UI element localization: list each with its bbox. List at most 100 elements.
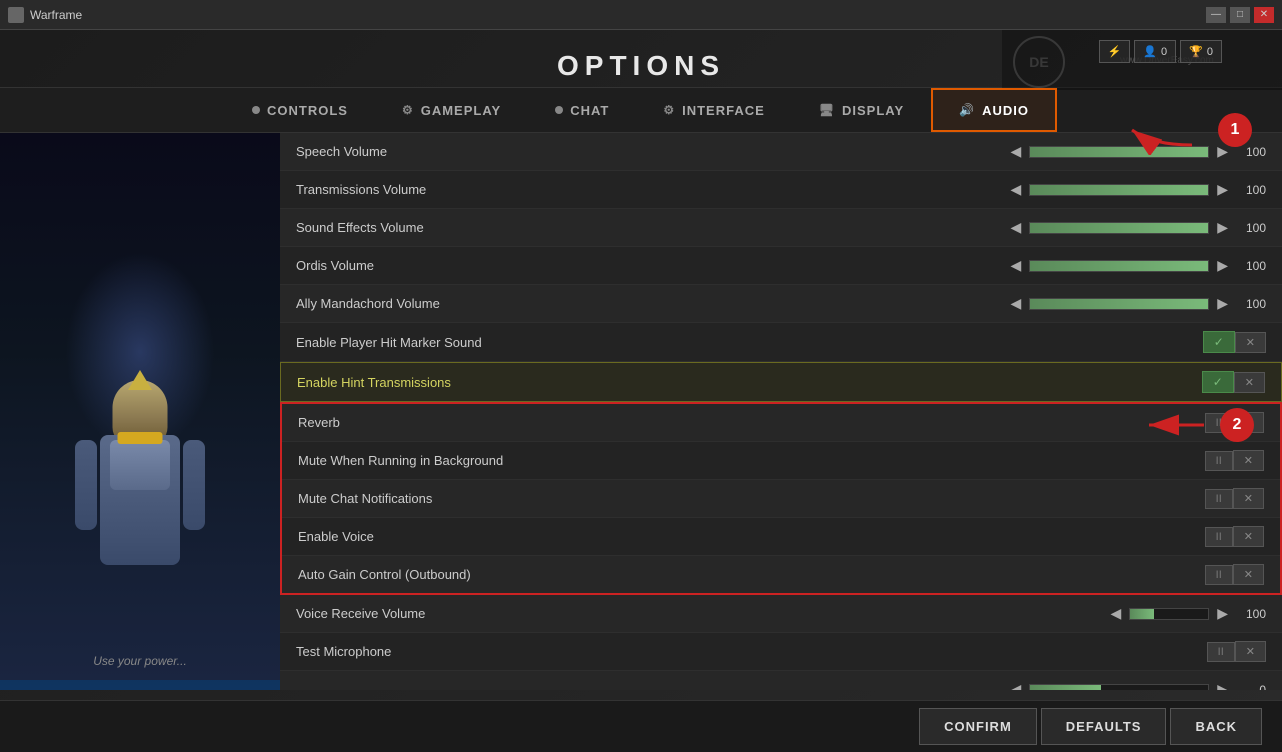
voice-recv-left-arrow[interactable]: ◀	[1108, 603, 1123, 624]
voice-recv-fill	[1130, 609, 1153, 619]
auto-gain-off-btn[interactable]: ✕	[1233, 564, 1264, 585]
extra-right-arrow[interactable]: ▶	[1215, 679, 1230, 690]
tab-controls[interactable]: CONTROLS	[225, 88, 375, 132]
sfx-track[interactable]	[1029, 222, 1209, 234]
voice-receive-row: Voice Receive Volume ◀ ▶ 100	[280, 595, 1282, 633]
trans-vol-value: 100	[1236, 183, 1266, 197]
enable-voice-label: Enable Voice	[298, 529, 1205, 544]
transmissions-label: Transmissions Volume	[296, 182, 1008, 197]
extra-track[interactable]	[1029, 684, 1209, 691]
hint-trans-check-icon: ✓	[1213, 375, 1223, 389]
hit-marker-label: Enable Player Hit Marker Sound	[296, 335, 1203, 350]
speech-vol-left-arrow[interactable]: ◀	[1008, 141, 1023, 162]
audio-speaker-icon: 🔊	[959, 103, 975, 117]
mute-chat-row: Mute Chat Notifications II ✕	[282, 480, 1280, 518]
interface-gear-icon: ⚙	[663, 103, 675, 117]
voice-recv-track[interactable]	[1129, 608, 1209, 620]
ordis-volume-row: Ordis Volume ◀ ▶ 100	[280, 247, 1282, 285]
voice-recv-right-arrow[interactable]: ▶	[1215, 603, 1230, 624]
reverb-row: Reverb II ✕	[282, 404, 1280, 442]
controls-dot-icon	[252, 106, 260, 114]
mute-chat-off-btn[interactable]: ✕	[1233, 488, 1264, 509]
maximize-button[interactable]: □	[1230, 7, 1250, 23]
notification-icon-box[interactable]: ⚡	[1099, 40, 1131, 63]
hit-marker-on-btn[interactable]: ✓	[1203, 331, 1235, 353]
hit-marker-toggle[interactable]: ✓ ✕	[1203, 331, 1266, 353]
transmissions-control[interactable]: ◀ ▶ 100	[1008, 179, 1266, 200]
svg-text:DE: DE	[1029, 54, 1048, 70]
ordis-label: Ordis Volume	[296, 258, 1008, 273]
ordis-right-arrow[interactable]: ▶	[1215, 255, 1230, 276]
hit-marker-check-icon: ✓	[1214, 335, 1224, 349]
confirm-button[interactable]: CONFIRM	[919, 708, 1037, 745]
extra-left-arrow[interactable]: ◀	[1008, 679, 1023, 690]
tab-gameplay[interactable]: ⚙ GAMEPLAY	[375, 88, 528, 132]
trans-vol-right-arrow[interactable]: ▶	[1215, 179, 1230, 200]
tab-interface-label: INTERFACE	[682, 103, 765, 118]
mandachord-left-arrow[interactable]: ◀	[1008, 293, 1023, 314]
enable-voice-off-btn[interactable]: ✕	[1233, 526, 1264, 547]
auto-gain-toggle[interactable]: II ✕	[1205, 564, 1264, 585]
defaults-button[interactable]: DEFAULTS	[1041, 708, 1167, 745]
hint-trans-on-btn[interactable]: ✓	[1202, 371, 1234, 393]
hit-marker-off-btn[interactable]: ✕	[1235, 332, 1266, 353]
tab-audio[interactable]: 🔊 AUDIO	[931, 88, 1057, 132]
mute-bg-on-btn[interactable]: II	[1205, 451, 1233, 471]
mandachord-value: 100	[1236, 297, 1266, 311]
extra-fill	[1030, 685, 1101, 691]
test-mic-off-btn[interactable]: ✕	[1235, 641, 1266, 662]
ordis-control[interactable]: ◀ ▶ 100	[1008, 255, 1266, 276]
enable-voice-on-btn[interactable]: II	[1205, 527, 1233, 547]
tab-interface[interactable]: ⚙ INTERFACE	[636, 88, 791, 132]
ordis-track[interactable]	[1029, 260, 1209, 272]
sfx-control[interactable]: ◀ ▶ 100	[1008, 217, 1266, 238]
credits-value: 0	[1207, 46, 1213, 58]
content-area: Use your power... Speech Volume ◀ ▶	[0, 133, 1282, 690]
extra-slider-row: ◀ ▶ 0	[280, 671, 1282, 690]
nav-tabs: CONTROLS ⚙ GAMEPLAY CHAT ⚙ INTERFACE 🖥 D…	[0, 87, 1282, 133]
sfx-right-arrow[interactable]: ▶	[1215, 217, 1230, 238]
test-mic-toggle[interactable]: II ✕	[1207, 641, 1266, 662]
window-controls[interactable]: — □ ✕	[1206, 7, 1274, 23]
close-button[interactable]: ✕	[1254, 7, 1274, 23]
hit-marker-row: Enable Player Hit Marker Sound ✓ ✕	[280, 323, 1282, 362]
voice-receive-label: Voice Receive Volume	[296, 606, 1108, 621]
sfx-left-arrow[interactable]: ◀	[1008, 217, 1023, 238]
settings-panel: Speech Volume ◀ ▶ 100 Transmissions Volu…	[280, 133, 1282, 690]
mandachord-label: Ally Mandachord Volume	[296, 296, 1008, 311]
mute-bg-row: Mute When Running in Background II ✕	[282, 442, 1280, 480]
chat-dot-icon	[555, 106, 563, 114]
mandachord-right-arrow[interactable]: ▶	[1215, 293, 1230, 314]
trans-vol-left-arrow[interactable]: ◀	[1008, 179, 1023, 200]
minimize-button[interactable]: —	[1206, 7, 1226, 23]
trans-vol-track[interactable]	[1029, 184, 1209, 196]
tab-chat[interactable]: CHAT	[528, 88, 636, 132]
plat-icon-box[interactable]: 👤 0	[1134, 40, 1176, 63]
annotation-1: 1	[1112, 105, 1252, 155]
extra-slider-control[interactable]: ◀ ▶ 0	[1008, 679, 1266, 690]
test-mic-label: Test Microphone	[296, 644, 1207, 659]
mute-chat-toggle[interactable]: II ✕	[1205, 488, 1264, 509]
hint-transmissions-toggle[interactable]: ✓ ✕	[1202, 371, 1265, 393]
auto-gain-on-btn[interactable]: II	[1205, 565, 1233, 585]
auto-gain-label: Auto Gain Control (Outbound)	[298, 567, 1205, 582]
app-icon	[8, 7, 24, 23]
mute-chat-on-btn[interactable]: II	[1205, 489, 1233, 509]
mandachord-control[interactable]: ◀ ▶ 100	[1008, 293, 1266, 314]
mandachord-track[interactable]	[1029, 298, 1209, 310]
mute-chat-label: Mute Chat Notifications	[298, 491, 1205, 506]
hint-transmissions-row: Enable Hint Transmissions ✓ ✕	[280, 362, 1282, 402]
enable-voice-toggle[interactable]: II ✕	[1205, 526, 1264, 547]
hint-trans-off-btn[interactable]: ✕	[1234, 372, 1265, 393]
ordis-left-arrow[interactable]: ◀	[1008, 255, 1023, 276]
mute-bg-label: Mute When Running in Background	[298, 453, 1205, 468]
back-button[interactable]: BACK	[1170, 708, 1262, 745]
tab-display[interactable]: 🖥 DISPLAY	[792, 88, 931, 132]
voice-receive-control[interactable]: ◀ ▶ 100	[1108, 603, 1266, 624]
mute-bg-toggle[interactable]: II ✕	[1205, 450, 1264, 471]
test-mic-on-btn[interactable]: II	[1207, 642, 1235, 662]
app-title: Warframe	[30, 8, 82, 22]
credits-icon-box[interactable]: 🏆 0	[1180, 40, 1222, 63]
tab-controls-label: CONTROLS	[267, 103, 348, 118]
mute-bg-off-btn[interactable]: ✕	[1233, 450, 1264, 471]
